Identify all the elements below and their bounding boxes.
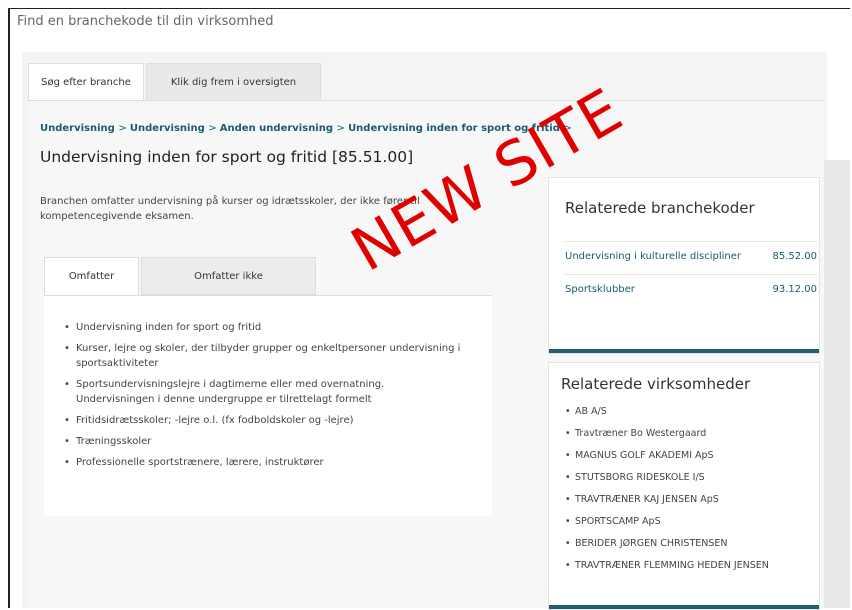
breadcrumb-separator: > xyxy=(336,123,349,134)
list-item: Sportsundervisningslejre i dagtimerne el… xyxy=(64,377,464,407)
breadcrumb-item[interactable]: Undervisning xyxy=(130,123,205,134)
related-codes-panel: Relaterede branchekoder Undervisning i k… xyxy=(548,177,820,354)
related-companies-title: Relaterede virksomheder xyxy=(561,375,751,393)
list-item: Professionelle sportstrænere, lærere, in… xyxy=(64,455,464,470)
company-item[interactable]: AB A/S xyxy=(565,405,815,418)
related-codes-title: Relaterede branchekoder xyxy=(565,199,755,217)
related-code-label[interactable]: Sportsklubber xyxy=(565,284,635,295)
company-item[interactable]: TRAVTRÆNER KAJ JENSEN ApS xyxy=(565,493,815,506)
related-code-row[interactable]: Sportsklubber 93.12.00 xyxy=(565,284,817,295)
company-item[interactable]: STUTSBORG RIDESKOLE I/S xyxy=(565,471,815,484)
related-companies-list: AB A/S Travtræner Bo Westergaard MAGNUS … xyxy=(565,405,815,581)
breadcrumb-item[interactable]: Undervisning xyxy=(40,123,115,134)
divider xyxy=(565,274,817,275)
company-item[interactable]: SPORTSCAMP ApS xyxy=(565,515,815,528)
company-item[interactable]: Travtræner Bo Westergaard xyxy=(565,427,815,440)
panel-accent-bar xyxy=(549,349,819,353)
company-item[interactable]: MAGNUS GOLF AKADEMI ApS xyxy=(565,449,815,462)
includes-panel: Undervisning inden for sport og fritid K… xyxy=(44,296,492,516)
list-item: Undervisning inden for sport og fritid xyxy=(64,320,464,335)
list-item: Træningsskoler xyxy=(64,434,464,449)
page-header: Find en branchekode til din virksomhed xyxy=(17,14,274,29)
list-item: Kurser, lejre og skoler, der tilbyder gr… xyxy=(64,341,464,371)
tab-includes[interactable]: Omfatter xyxy=(44,257,139,295)
panel-accent-bar xyxy=(549,605,819,609)
breadcrumb: Undervisning > Undervisning > Anden unde… xyxy=(40,123,572,134)
related-companies-panel: Relaterede virksomheder AB A/S Travtræne… xyxy=(548,362,820,610)
includes-list: Undervisning inden for sport og fritid K… xyxy=(64,320,464,476)
related-code-label[interactable]: Undervisning i kulturelle discipliner xyxy=(565,251,741,262)
breadcrumb-separator: > xyxy=(208,123,220,134)
tab-excludes[interactable]: Omfatter ikke xyxy=(141,257,316,295)
company-item[interactable]: TRAVTRÆNER FLEMMING HEDEN JENSEN xyxy=(565,559,815,572)
breadcrumb-separator: > xyxy=(118,123,130,134)
related-code-number: 85.52.00 xyxy=(772,251,817,262)
related-code-number: 93.12.00 xyxy=(772,284,817,295)
breadcrumb-item[interactable]: Anden undervisning xyxy=(220,123,333,134)
related-code-row[interactable]: Undervisning i kulturelle discipliner 85… xyxy=(565,251,817,262)
list-item: Fritidsidrætsskoler; -lejre o.l. (fx fod… xyxy=(64,413,464,428)
divider xyxy=(565,241,817,242)
tab-search-industry[interactable]: Søg efter branche xyxy=(28,63,144,101)
decorative-background xyxy=(820,160,850,608)
tab-browse-overview[interactable]: Klik dig frem i oversigten xyxy=(146,63,321,101)
company-item[interactable]: BERIDER JØRGEN CHRISTENSEN xyxy=(565,537,815,550)
page-title: Undervisning inden for sport og fritid [… xyxy=(40,148,414,166)
